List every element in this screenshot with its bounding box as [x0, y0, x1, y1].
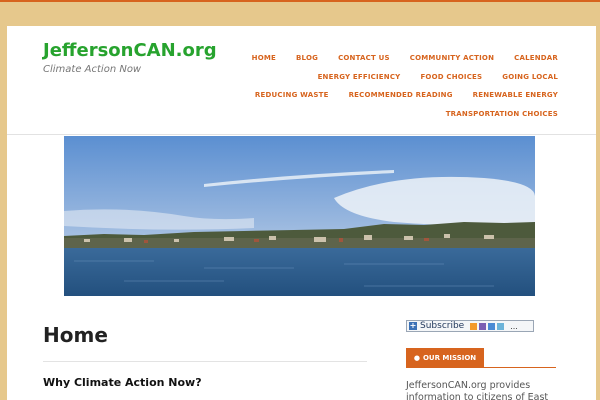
rss-icon — [470, 322, 478, 330]
section-heading: Why Climate Action Now? — [43, 376, 202, 389]
nav-row: HOME BLOG CONTACT US COMMUNITY ACTION CA… — [252, 54, 558, 73]
newsgator-icon — [497, 322, 505, 330]
harbor-panorama-image — [64, 136, 535, 296]
nav-row: ENERGY EFFICIENCY FOOD CHOICES GOING LOC… — [258, 73, 558, 92]
bullet-icon: ● — [413, 353, 420, 362]
yahoo-icon — [479, 322, 487, 330]
header-divider — [7, 134, 596, 135]
nav-row: REDUCING WASTE RECOMMENDED READING RENEW… — [255, 91, 558, 110]
page-container: JeffersonCAN.org Climate Action Now HOME… — [7, 26, 596, 400]
feed-icons — [470, 322, 505, 330]
google-icon — [488, 322, 496, 330]
nav-item-renewable-energy[interactable]: RENEWABLE ENERGY — [473, 91, 558, 110]
site-title-link[interactable]: JeffersonCAN.org — [43, 40, 217, 61]
subscribe-label: Subscribe — [420, 321, 465, 331]
more-options: ... — [510, 321, 518, 331]
main-navigation: HOME BLOG CONTACT US COMMUNITY ACTION CA… — [252, 54, 558, 129]
top-accent-stripe — [0, 0, 600, 2]
nav-item-going-local[interactable]: GOING LOCAL — [502, 73, 558, 92]
nav-item-energy-efficiency[interactable]: ENERGY EFFICIENCY — [318, 73, 401, 92]
nav-item-home[interactable]: HOME — [252, 54, 276, 73]
site-tagline: Climate Action Now — [43, 64, 142, 75]
subscribe-button[interactable]: + Subscribe ... — [406, 320, 534, 332]
widget-title: OUR MISSION — [422, 353, 477, 362]
page-title: Home — [43, 323, 108, 347]
nav-item-recommended-reading[interactable]: RECOMMENDED READING — [349, 91, 453, 110]
nav-item-community-action[interactable]: COMMUNITY ACTION — [410, 54, 494, 73]
nav-item-blog[interactable]: BLOG — [296, 54, 318, 73]
mission-text: JeffersonCAN.org provides information to… — [406, 380, 549, 400]
widget-title-underline — [406, 367, 556, 368]
nav-item-contact-us[interactable]: CONTACT US — [338, 54, 390, 73]
nav-row: TRANSPORTATION CHOICES — [258, 110, 558, 129]
nav-item-calendar[interactable]: CALENDAR — [514, 54, 558, 73]
plus-icon: + — [409, 321, 417, 330]
nav-item-transportation-choices[interactable]: TRANSPORTATION CHOICES — [446, 110, 558, 129]
nav-item-reducing-waste[interactable]: REDUCING WASTE — [255, 91, 329, 110]
widget-title-tab: ● OUR MISSION — [406, 348, 484, 367]
nav-item-food-choices[interactable]: FOOD CHOICES — [420, 73, 482, 92]
hero-image — [64, 136, 535, 296]
title-divider — [43, 361, 367, 362]
